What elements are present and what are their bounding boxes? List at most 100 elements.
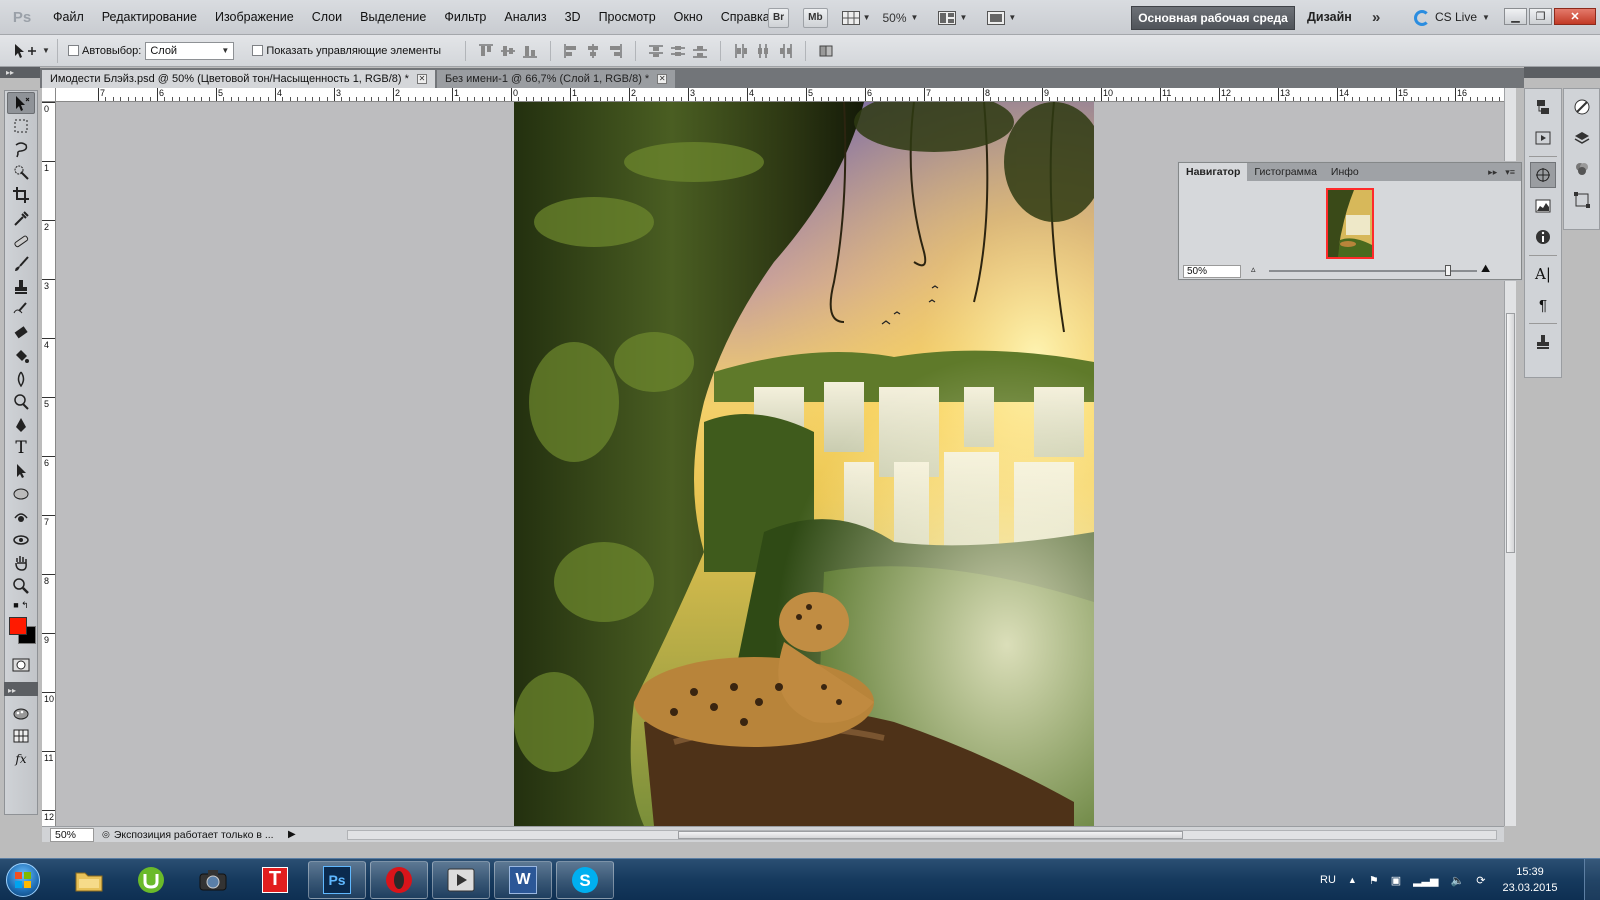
status-info-area[interactable]: ◎ Экспозиция работает только в ... <box>102 829 282 841</box>
taskbar-opera[interactable] <box>370 860 428 899</box>
tab-navigator[interactable]: Навигатор <box>1179 163 1248 181</box>
3d-rotate-tool[interactable] <box>7 506 35 528</box>
collapse-panel-icon[interactable]: ▸▸ <box>1488 167 1497 178</box>
align-right-edges-icon[interactable] <box>607 43 623 59</box>
status-menu-arrow-icon[interactable]: ▶ <box>288 829 296 840</box>
foreground-color-swatch[interactable] <box>9 617 27 635</box>
tab-document-2[interactable]: Без имени-1 @ 66,7% (Слой 1, RGB/8) * ✕ <box>436 70 676 88</box>
taskbar-skype[interactable]: S <box>556 860 614 899</box>
sync-icon[interactable]: ⟳ <box>1476 874 1485 887</box>
move-tool[interactable] <box>7 92 35 114</box>
network-signal-icon[interactable]: ▂▃▅ <box>1413 874 1438 887</box>
taskbar-word[interactable]: W <box>494 860 552 899</box>
restore-button[interactable]: ❐ <box>1529 8 1552 25</box>
crop-tool[interactable] <box>7 184 35 206</box>
menu-filter[interactable]: Фильтр <box>435 0 495 35</box>
adjustments-panel-button[interactable] <box>1569 94 1595 120</box>
taskbar-camera-app[interactable] <box>184 861 242 899</box>
device-icon[interactable]: ▣ <box>1391 874 1401 887</box>
tab-info[interactable]: Инфо <box>1324 163 1366 181</box>
menu-3d[interactable]: 3D <box>556 0 590 35</box>
zoom-in-icon[interactable]: ⛰ <box>1481 263 1490 276</box>
brush-tool[interactable] <box>7 253 35 275</box>
panel-menu-icon[interactable]: ▾≡ <box>1505 167 1515 178</box>
history-brush-tool[interactable] <box>7 299 35 321</box>
autoselect-target-select[interactable]: Слой ▼ <box>145 41 235 60</box>
blur-tool[interactable] <box>7 368 35 390</box>
fx-styles-button[interactable]: fx <box>7 748 35 770</box>
ruler-origin[interactable] <box>42 88 56 102</box>
character-panel-button[interactable]: A| <box>1530 261 1556 287</box>
navigator-zoom-slider[interactable] <box>1269 265 1477 276</box>
default-colors-toggle[interactable]: ■ ↰ <box>7 598 35 612</box>
taskbar-media-player[interactable] <box>432 860 490 899</box>
vertical-scroll-thumb[interactable] <box>1506 313 1515 553</box>
bridge-button[interactable]: Br <box>768 7 790 28</box>
taskbar-photoshop[interactable]: Ps <box>308 860 366 899</box>
menu-file[interactable]: Файл <box>44 0 93 35</box>
navigator-panel-button[interactable] <box>1530 162 1556 188</box>
quick-mask-toggle[interactable] <box>7 654 35 676</box>
horizontal-scroll-thumb[interactable] <box>678 831 1183 839</box>
zoom-level-dropdown[interactable]: 50% ▼ <box>883 11 919 25</box>
path-selection-tool[interactable] <box>7 460 35 482</box>
autoselect-checkbox[interactable] <box>68 45 79 56</box>
minimize-button[interactable]: ▁ <box>1504 8 1527 25</box>
hand-tool[interactable] <box>7 552 35 574</box>
type-tool[interactable]: T <box>7 437 35 459</box>
close-tab-icon[interactable]: ✕ <box>657 74 668 84</box>
menu-window[interactable]: Окно <box>665 0 712 35</box>
shape-tool[interactable] <box>7 483 35 505</box>
more-workspaces-button[interactable]: » <box>1372 0 1380 35</box>
3d-orbit-tool[interactable] <box>7 529 35 551</box>
toolbox-header[interactable]: ▸▸ <box>0 67 40 78</box>
align-bottom-edges-icon[interactable] <box>522 43 538 59</box>
clone-source-panel-button[interactable] <box>1530 329 1556 355</box>
distribute-bottom-icon[interactable] <box>692 43 708 59</box>
tool-preset-picker[interactable]: ▼ <box>12 38 58 63</box>
tab-histogram[interactable]: Гистограмма <box>1247 163 1324 181</box>
menu-layers[interactable]: Слои <box>303 0 351 35</box>
paragraph-panel-button[interactable]: ¶ <box>1530 292 1556 318</box>
dodge-tool[interactable] <box>7 391 35 413</box>
distribute-horizontal-centers-icon[interactable] <box>755 43 771 59</box>
status-zoom-field[interactable]: 50% <box>50 827 94 842</box>
menu-edit[interactable]: Редактирование <box>93 0 206 35</box>
swatch-grid-button[interactable] <box>7 725 35 747</box>
document-artwork[interactable] <box>514 102 1094 826</box>
menu-image[interactable]: Изображение <box>206 0 303 35</box>
system-clock[interactable]: 15:39 23.03.2015 <box>1500 864 1560 896</box>
navigator-zoom-field[interactable]: 50% <box>1183 264 1241 278</box>
distribute-vertical-centers-icon[interactable] <box>670 43 686 59</box>
menu-analysis[interactable]: Анализ <box>495 0 555 35</box>
paths-panel-button[interactable] <box>1569 187 1595 213</box>
auto-align-layers-icon[interactable] <box>818 43 834 59</box>
close-tab-icon[interactable]: ✕ <box>416 74 427 84</box>
taskbar-utorrent[interactable] <box>122 861 180 899</box>
menu-view[interactable]: Просмотр <box>590 0 665 35</box>
eyedropper-tool[interactable] <box>7 207 35 229</box>
workspace-design-button[interactable]: Дизайн <box>1307 0 1352 35</box>
horizontal-ruler[interactable]: 7 6 5 4 3 2 1 0 1 2 3 4 5 6 7 8 9 10 11 12 13 14 15 16 <box>56 88 1504 102</box>
action-center-flag-icon[interactable]: ⚑ <box>1369 874 1379 887</box>
paint-bucket-tool[interactable] <box>7 345 35 367</box>
mini-palette-button[interactable] <box>7 702 35 724</box>
pen-tool[interactable] <box>7 414 35 436</box>
start-button[interactable] <box>0 859 46 900</box>
healing-brush-tool[interactable] <box>7 230 35 252</box>
navigator-preview[interactable] <box>1326 188 1374 259</box>
zoom-tool[interactable] <box>7 575 35 597</box>
arrange-documents-dropdown[interactable]: ▼ <box>938 10 967 25</box>
marquee-tool[interactable] <box>7 115 35 137</box>
lasso-tool[interactable] <box>7 138 35 160</box>
close-button[interactable]: ✕ <box>1554 8 1596 25</box>
info-panel-button[interactable] <box>1530 224 1556 250</box>
actions-panel-button[interactable] <box>1530 125 1556 151</box>
history-panel-button[interactable] <box>1530 94 1556 120</box>
show-desktop-button[interactable] <box>1584 859 1600 900</box>
align-vertical-centers-icon[interactable] <box>500 43 516 59</box>
show-hidden-icons-icon[interactable]: ▲ <box>1348 875 1357 885</box>
mini-bridge-button[interactable]: Mb <box>803 7 828 28</box>
language-indicator[interactable]: RU <box>1320 874 1336 886</box>
view-extras-dropdown[interactable]: ▼ <box>841 10 871 25</box>
